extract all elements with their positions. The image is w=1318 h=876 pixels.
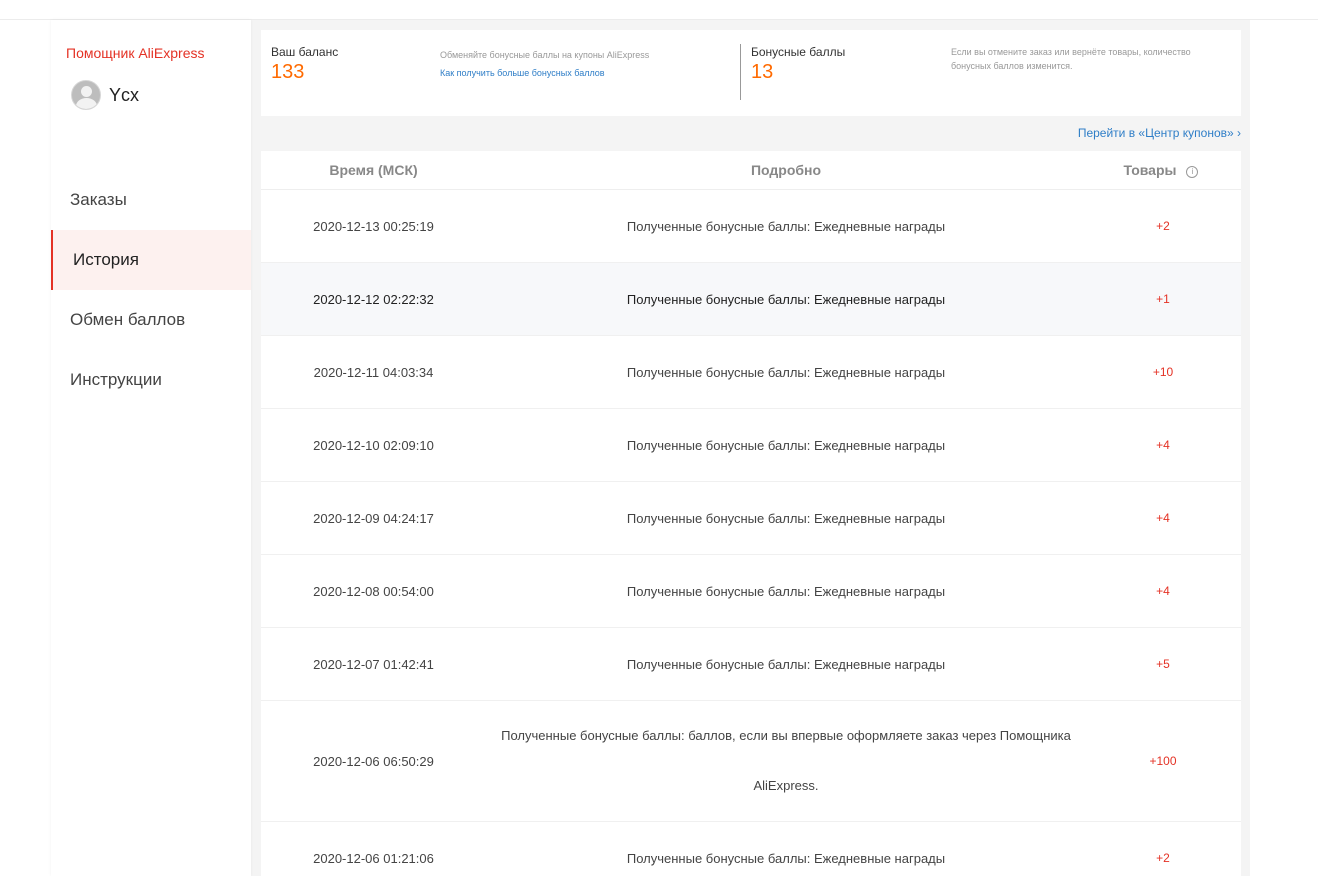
top-bar (0, 0, 1318, 20)
header-time: Время (МСК) (329, 162, 418, 178)
table-row: 2020-12-11 04:03:34 Полученные бонусные … (261, 336, 1241, 409)
balance-divider (740, 44, 741, 100)
row-detail: Полученные бонусные баллы: Ежедневные на… (626, 851, 946, 866)
more-points-link[interactable]: Как получить больше бонусных баллов (440, 68, 605, 78)
sidebar: Помощник AliExpress Ycx Заказы История О… (51, 20, 251, 876)
row-detail: Полученные бонусные баллы: Ежедневные на… (626, 657, 946, 672)
history-table: Время (МСК) Подробно Товары i 2020-12-13 … (261, 151, 1241, 876)
table-header: Время (МСК) Подробно Товары i (261, 151, 1241, 190)
balance-value: 133 (271, 61, 305, 83)
cancel-note: Если вы отмените заказ или вернёте товар… (951, 47, 1191, 71)
sidebar-item-orders[interactable]: Заказы (51, 170, 251, 230)
row-time: 2020-12-07 01:42:41 (313, 657, 434, 672)
row-points: +5 (1156, 657, 1170, 671)
row-points: +4 (1156, 511, 1170, 525)
table-row: 2020-12-06 01:21:06 Полученные бонусные … (261, 822, 1241, 876)
table-row: 2020-12-09 04:24:17 Полученные бонусные … (261, 482, 1241, 555)
row-time: 2020-12-13 00:25:19 (313, 219, 434, 234)
row-time: 2020-12-08 00:54:00 (313, 584, 434, 599)
row-detail: Полученные бонусные баллы: баллов, если … (501, 728, 1071, 793)
row-points: +1 (1156, 292, 1170, 306)
username: Ycx (109, 84, 140, 105)
table-row: 2020-12-08 00:54:00 Полученные бонусные … (261, 555, 1241, 628)
avatar (71, 80, 101, 110)
balance-label: Ваш баланс (271, 45, 339, 59)
exchange-note: Обменяйте бонусные баллы на купоны AliEx… (440, 50, 650, 60)
row-time: 2020-12-09 04:24:17 (313, 511, 434, 526)
header-goods: Товары i (1111, 162, 1211, 178)
info-icon[interactable]: i (1186, 166, 1199, 178)
row-detail: Полученные бонусные баллы: Ежедневные на… (626, 511, 946, 526)
row-points: +2 (1156, 851, 1170, 865)
row-time: 2020-12-06 06:50:29 (313, 754, 434, 769)
row-time: 2020-12-11 04:03:34 (313, 365, 434, 380)
row-time: 2020-12-06 01:21:06 (313, 851, 434, 866)
coupon-center-link[interactable]: Перейти в «Центр купонов» › (1078, 126, 1241, 140)
row-points: +100 (1149, 754, 1177, 768)
sidebar-nav: Заказы История Обмен баллов Инструкции (51, 170, 251, 410)
row-points: +10 (1152, 365, 1174, 379)
row-points: +2 (1156, 219, 1170, 233)
points-value: 13 (751, 61, 774, 83)
sidebar-item-instructions[interactable]: Инструкции (51, 350, 251, 410)
table-row: 2020-12-10 02:09:10 Полученные бонусные … (261, 409, 1241, 482)
table-row: 2020-12-13 00:25:19 Полученные бонусные … (261, 190, 1241, 263)
points-label: Бонусные баллы (751, 45, 846, 59)
table-row: 2020-12-06 06:50:29 Полученные бонусные … (261, 701, 1241, 822)
row-points: +4 (1156, 584, 1170, 598)
header-detail: Подробно (750, 162, 822, 178)
sidebar-item-history[interactable]: История (51, 230, 251, 290)
brand-title: Помощник AliExpress (66, 45, 205, 61)
balance-panel: Ваш баланс 133 Обменяйте бонусные баллы … (261, 30, 1241, 116)
sidebar-item-points-exchange[interactable]: Обмен баллов (51, 290, 251, 350)
row-detail: Полученные бонусные баллы: Ежедневные на… (626, 292, 946, 307)
row-points: +4 (1156, 438, 1170, 452)
row-detail: Полученные бонусные баллы: Ежедневные на… (626, 584, 946, 599)
table-row: 2020-12-12 02:22:32 Полученные бонусные … (261, 263, 1241, 336)
table-row: 2020-12-07 01:42:41 Полученные бонусные … (261, 628, 1241, 701)
row-time: 2020-12-10 02:09:10 (313, 438, 434, 453)
row-time: 2020-12-12 02:22:32 (313, 292, 434, 307)
user-block: Ycx (71, 80, 139, 110)
row-detail: Полученные бонусные баллы: Ежедневные на… (626, 438, 946, 453)
row-detail: Полученные бонусные баллы: Ежедневные на… (626, 219, 946, 234)
row-detail: Полученные бонусные баллы: Ежедневные на… (626, 365, 946, 380)
